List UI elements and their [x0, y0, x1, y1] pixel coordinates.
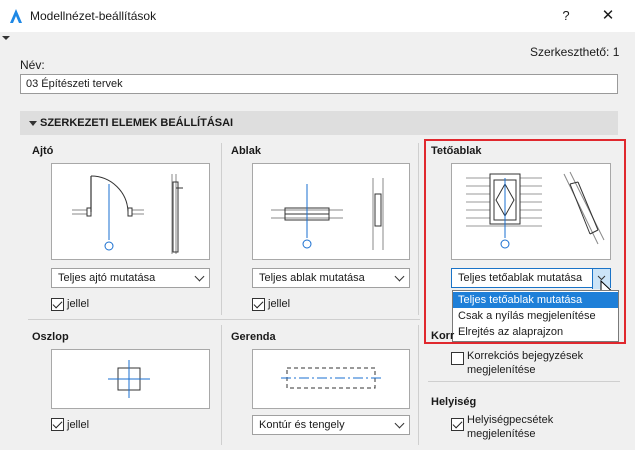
- zone-title: Helyiség: [431, 396, 477, 408]
- correction-label-line1: Korrekciós bejegyzések: [467, 350, 584, 362]
- beam-symbol-icon: [281, 367, 381, 389]
- expand-triangle-icon: [29, 121, 37, 126]
- section-title: SZERKEZETI ELEMEK BEÁLLÍTÁSAI: [40, 117, 234, 129]
- close-button[interactable]: ✕: [598, 6, 618, 26]
- column-title: Oszlop: [32, 331, 69, 343]
- door-symbol-checkbox[interactable]: [51, 298, 64, 311]
- zone-stamp-checkbox[interactable]: [451, 418, 464, 431]
- chevron-down-icon: [394, 271, 405, 282]
- divider: [418, 143, 419, 315]
- window-display-select[interactable]: Teljes ablak mutatása: [252, 268, 410, 288]
- door-title: Ajtó: [32, 145, 54, 157]
- correction-checkbox[interactable]: [451, 352, 464, 365]
- beam-preview: [252, 349, 410, 409]
- column-symbol-icon: [108, 360, 150, 398]
- correction-label-line2: megjelenítése: [467, 364, 536, 376]
- section-header[interactable]: SZERKEZETI ELEMEK BEÁLLÍTÁSAI: [20, 111, 618, 135]
- column-preview: [51, 349, 210, 409]
- zone-checkbox-label: Helyiségpecsétek megjelenítése: [467, 413, 553, 441]
- help-button[interactable]: ?: [556, 6, 576, 26]
- divider: [28, 319, 420, 320]
- window-preview: [252, 163, 410, 260]
- divider: [418, 325, 419, 445]
- correction-checkbox-label: Korrekciós bejegyzések megjelenítése: [467, 349, 583, 377]
- beam-select-value: Kontúr és tengely: [259, 419, 345, 431]
- chevron-down-icon: [194, 271, 205, 282]
- door-display-select[interactable]: Teljes ajtó mutatása: [51, 268, 210, 288]
- name-label: Név:: [20, 58, 45, 72]
- door-checkbox-label: jellel: [67, 298, 90, 310]
- archicad-app-icon: [10, 9, 22, 23]
- editable-count: Szerkeszthető: 1: [530, 45, 620, 59]
- window-symbol-icon: [271, 178, 384, 250]
- window-title: Ablak: [231, 145, 261, 157]
- window-title: Modellnézet-beállítások: [30, 9, 157, 23]
- zone-label-line2: megjelenítése: [467, 428, 536, 440]
- correction-title: Korr: [431, 330, 455, 342]
- divider: [221, 325, 222, 445]
- window-checkbox-label: jellel: [268, 298, 291, 310]
- name-input[interactable]: 03 Építészeti tervek: [20, 74, 618, 94]
- door-preview: [51, 163, 210, 260]
- divider: [428, 381, 620, 382]
- door-select-value: Teljes ajtó mutatása: [58, 272, 156, 284]
- collapse-arrow-icon[interactable]: [2, 36, 10, 40]
- column-checkbox-label: jellel: [67, 419, 90, 431]
- beam-title: Gerenda: [231, 331, 276, 343]
- highlight-box: [424, 139, 626, 344]
- chevron-down-icon: [394, 418, 405, 429]
- divider: [221, 143, 222, 315]
- window-select-value: Teljes ablak mutatása: [259, 272, 365, 284]
- door-symbol-icon: [72, 174, 183, 254]
- column-symbol-checkbox[interactable]: [51, 418, 64, 431]
- window-symbol-checkbox[interactable]: [252, 298, 265, 311]
- beam-display-select[interactable]: Kontúr és tengely: [252, 415, 410, 435]
- zone-label-line1: Helyiségpecsétek: [467, 414, 554, 426]
